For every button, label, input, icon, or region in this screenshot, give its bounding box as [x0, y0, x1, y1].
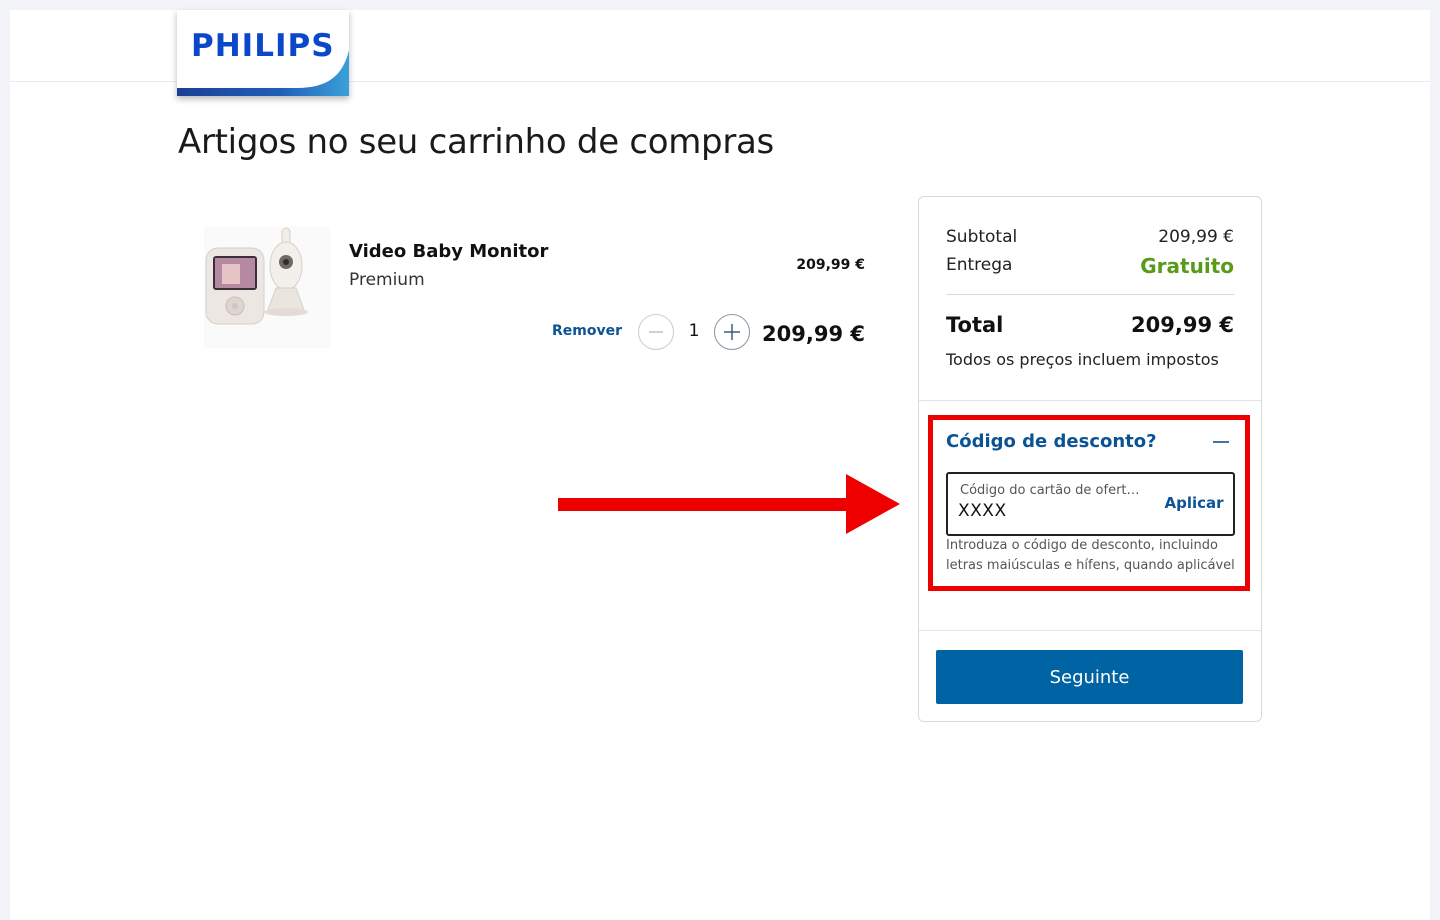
total-value: 209,99 €	[1131, 313, 1234, 337]
line-total-price: 209,99 €	[762, 322, 865, 346]
product-variant: Premium	[349, 270, 425, 290]
brand-name: PHILIPS	[191, 28, 335, 64]
page-title: Artigos no seu carrinho de compras	[178, 122, 774, 162]
decrease-quantity-button[interactable]	[638, 314, 674, 350]
plus-icon	[724, 324, 740, 340]
apply-discount-button[interactable]: Aplicar	[1160, 494, 1228, 512]
total-label: Total	[946, 313, 1004, 337]
section-divider-bottom	[919, 630, 1261, 631]
product-name[interactable]: Video Baby Monitor	[349, 241, 548, 262]
discount-input-value[interactable]: XXXX	[958, 501, 1007, 521]
discount-helper-text: Introduza o código de desconto, incluind…	[946, 538, 1235, 573]
discount-input-label: Código do cartão de ofert…	[960, 483, 1140, 498]
shipping-value: Gratuito	[1140, 254, 1234, 278]
remove-item-link[interactable]: Remover	[540, 323, 622, 339]
summary-divider	[946, 294, 1234, 295]
increase-quantity-button[interactable]	[714, 314, 750, 350]
minus-icon	[649, 331, 663, 333]
unit-price: 209,99 €	[796, 257, 865, 273]
baby-monitor-product-image[interactable]	[204, 226, 330, 348]
quantity-value: 1	[688, 321, 700, 341]
subtotal-value: 209,99 €	[1158, 227, 1234, 247]
philips-logo[interactable]: PHILIPS	[177, 10, 349, 96]
shipping-label: Entrega	[946, 255, 1013, 275]
next-button[interactable]: Seguinte	[936, 650, 1243, 704]
subtotal-label: Subtotal	[946, 227, 1018, 247]
tax-note: Todos os preços incluem impostos	[946, 350, 1219, 369]
collapse-minus-icon[interactable]	[1210, 432, 1232, 454]
section-divider	[919, 400, 1261, 401]
discount-code-toggle[interactable]: Código de desconto?	[946, 431, 1157, 452]
